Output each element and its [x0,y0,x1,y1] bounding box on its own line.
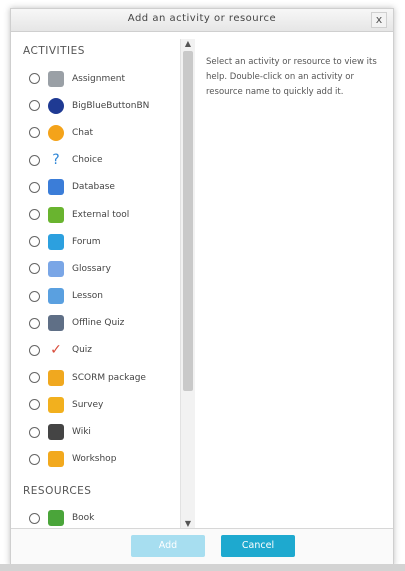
list-item-forum[interactable]: Forum [19,228,195,255]
external-tool-label: External tool [72,209,130,220]
scorm-icon [48,369,64,386]
forum-label: Forum [72,236,101,247]
database-radio[interactable] [29,181,40,193]
list-item-glossary[interactable]: Glossary [19,255,195,282]
external-tool-radio[interactable] [29,209,40,221]
dialog-title: Add an activity or resource [127,13,277,24]
survey-label: Survey [72,399,104,410]
book-radio[interactable] [29,512,40,524]
glossary-label: Glossary [72,263,111,274]
list-item-bigbluebutton[interactable]: BigBlueButtonBN [19,92,195,119]
workshop-radio[interactable] [29,453,40,465]
background-strip [0,564,405,571]
resources-header: RESOURCES [23,484,92,497]
module-list: ACTIVITIES Assignment BigBlueButtonBN Ch… [19,39,195,529]
list-item-wiki[interactable]: Wiki [19,418,195,445]
workshop-icon [48,451,64,468]
forum-icon [48,233,64,250]
wiki-radio[interactable] [29,426,40,438]
offline-quiz-radio[interactable] [29,317,40,329]
wiki-icon [48,424,64,441]
list-item-scorm[interactable]: SCORM package [19,364,195,391]
book-label: Book [72,513,95,524]
dialog-footer: Add Cancel [11,528,393,565]
list-item-workshop[interactable]: Workshop [19,446,195,473]
close-button[interactable]: x [371,12,387,28]
chat-icon [48,124,64,141]
dialog-titlebar: Add an activity or resource x [11,9,393,32]
workshop-label: Workshop [72,454,117,465]
lesson-icon [48,288,64,305]
lesson-label: Lesson [72,291,103,302]
help-text: Select an activity or resource to view i… [206,57,377,97]
list-item-quiz[interactable]: ✓ Quiz [19,337,195,364]
activities-header: ACTIVITIES [23,45,85,57]
cancel-button[interactable]: Cancel [221,535,295,557]
scorm-radio[interactable] [29,372,40,384]
list-item-database[interactable]: Database [19,174,195,201]
assignment-icon [48,70,64,87]
module-list-scrollbar[interactable]: ▲ ▼ [180,39,195,529]
list-item-external-tool[interactable]: External tool [19,201,195,228]
scroll-up-arrow-icon[interactable]: ▲ [183,39,193,49]
list-item-choice[interactable]: ? Choice [19,147,195,174]
book-icon [48,510,64,527]
add-activity-dialog: Add an activity or resource x ACTIVITIES… [10,8,394,566]
list-item-lesson[interactable]: Lesson [19,283,195,310]
glossary-icon [48,260,64,277]
lesson-radio[interactable] [29,290,40,302]
offline-quiz-icon [48,315,64,332]
survey-radio[interactable] [29,399,40,411]
list-item-book[interactable]: Book [19,505,195,529]
offline-quiz-label: Offline Quiz [72,318,125,329]
wiki-label: Wiki [72,427,91,438]
quiz-label: Quiz [72,345,93,356]
database-icon [48,179,64,196]
add-button[interactable]: Add [131,535,205,557]
bigbluebutton-label: BigBlueButtonBN [72,100,150,111]
choice-label: Choice [72,155,103,166]
list-item-assignment[interactable]: Assignment [19,65,195,92]
puzzle-icon [48,206,64,223]
choice-radio[interactable] [29,154,40,166]
quiz-check-icon: ✓ [48,342,64,359]
forum-radio[interactable] [29,236,40,248]
chat-radio[interactable] [29,127,40,139]
assignment-radio[interactable] [29,73,40,85]
bigbluebutton-icon [48,97,64,114]
quiz-radio[interactable] [29,344,40,356]
chat-label: Chat [72,127,94,138]
list-item-chat[interactable]: Chat [19,119,195,146]
list-item-survey[interactable]: Survey [19,391,195,418]
survey-icon [48,396,64,413]
database-label: Database [72,182,115,193]
bigbluebutton-radio[interactable] [29,100,40,112]
assignment-label: Assignment [72,73,125,84]
list-item-offline-quiz[interactable]: Offline Quiz [19,310,195,337]
glossary-radio[interactable] [29,263,40,275]
scroll-thumb[interactable] [183,51,193,391]
scorm-label: SCORM package [72,372,146,383]
question-mark-icon: ? [48,152,64,169]
